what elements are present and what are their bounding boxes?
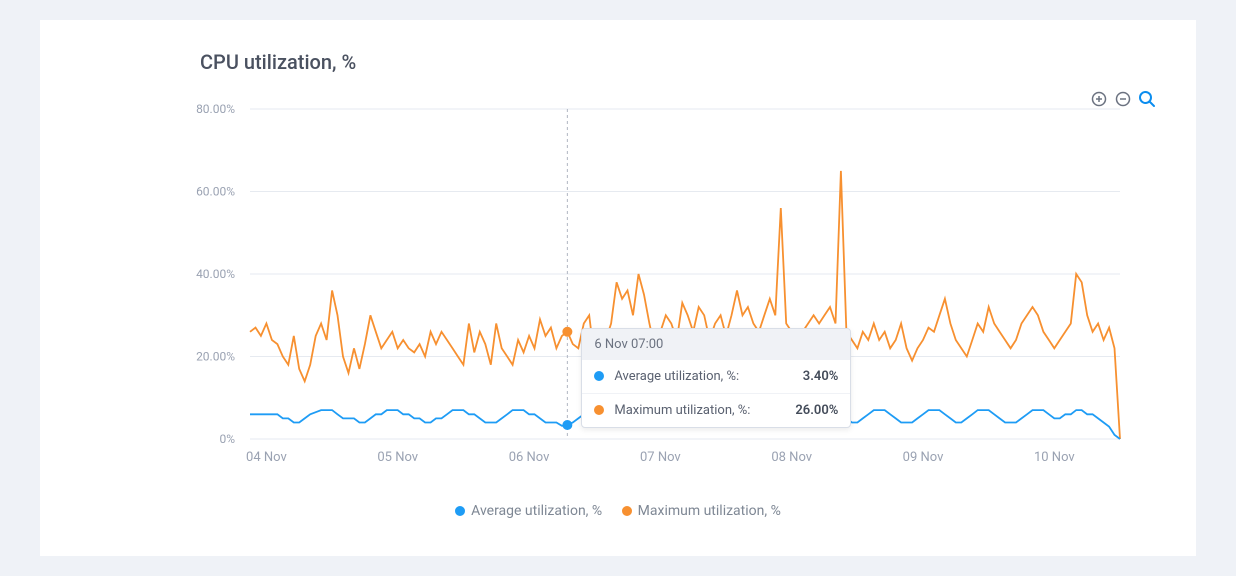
legend-avg-label: Average utilization, %: [471, 503, 602, 519]
svg-text:05 Nov: 05 Nov: [377, 450, 418, 465]
svg-text:0%: 0%: [219, 432, 235, 446]
svg-text:20.00%: 20.00%: [196, 350, 235, 364]
legend-item-avg[interactable]: Average utilization, %: [455, 503, 602, 519]
dot-icon: [594, 405, 604, 415]
svg-text:07 Nov: 07 Nov: [640, 450, 681, 465]
svg-text:09 Nov: 09 Nov: [903, 450, 944, 465]
tooltip-time: 6 Nov 07:00: [582, 329, 850, 360]
chart-legend: Average utilization, % Maximum utilizati…: [80, 503, 1156, 520]
svg-text:80.00%: 80.00%: [196, 102, 235, 116]
svg-text:10 Nov: 10 Nov: [1034, 450, 1075, 465]
svg-text:04 Nov: 04 Nov: [246, 450, 287, 465]
dot-icon: [455, 506, 465, 516]
tooltip-max-value: 26.00%: [795, 403, 838, 418]
svg-text:60.00%: 60.00%: [196, 185, 235, 199]
tooltip-avg-label: Average utilization, %:: [614, 369, 792, 384]
tooltip-row-max: Maximum utilization, %: 26.00%: [582, 393, 850, 427]
chart-panel: CPU utilization, % 0% 20.00% 40.00% 60.00% 8…: [40, 20, 1196, 556]
svg-text:08 Nov: 08 Nov: [771, 450, 812, 465]
dot-icon: [594, 371, 604, 381]
chart-area[interactable]: 0% 20.00% 40.00% 60.00% 80.00% 04 Nov 05 Nov 06…: [80, 99, 1156, 499]
legend-max-label: Maximum utilization, %: [638, 503, 781, 519]
svg-text:06 Nov: 06 Nov: [509, 450, 550, 465]
tooltip-avg-value: 3.40%: [803, 369, 839, 384]
svg-text:40.00%: 40.00%: [196, 267, 235, 281]
tooltip-row-avg: Average utilization, %: 3.40%: [582, 360, 850, 393]
tooltip-max-label: Maximum utilization, %:: [614, 403, 785, 418]
chart-tooltip: 6 Nov 07:00 Average utilization, %: 3.40…: [581, 328, 851, 428]
legend-item-max[interactable]: Maximum utilization, %: [622, 503, 781, 519]
dot-icon: [622, 506, 632, 516]
chart-title: CPU utilization, %: [200, 50, 1156, 74]
